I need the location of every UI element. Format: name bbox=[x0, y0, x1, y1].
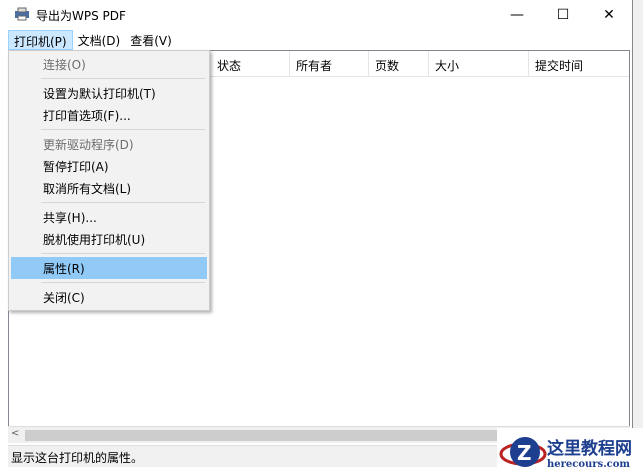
menu-printer[interactable]: 打印机(P) bbox=[8, 30, 73, 50]
menu-item-properties[interactable]: 属性(R) bbox=[11, 257, 207, 279]
menu-item-close[interactable]: 关闭(C) bbox=[11, 286, 207, 308]
menu-separator bbox=[41, 282, 205, 283]
menu-item-offline[interactable]: 脱机使用打印机(U) bbox=[11, 228, 207, 250]
column-pages[interactable]: 页数 bbox=[369, 51, 429, 76]
menu-item-share[interactable]: 共享(H)... bbox=[11, 206, 207, 228]
close-button[interactable]: ✕ bbox=[586, 0, 632, 30]
column-submitted[interactable]: 提交时间 bbox=[529, 51, 629, 76]
minimize-button[interactable]: — bbox=[494, 0, 540, 30]
watermark-name: 这里教程网 bbox=[547, 438, 632, 459]
printer-icon bbox=[14, 7, 30, 24]
maximize-button[interactable]: ☐ bbox=[540, 0, 586, 30]
menu-separator bbox=[41, 253, 205, 254]
window-title: 导出为WPS PDF bbox=[36, 8, 126, 23]
watermark-logo-icon: Z bbox=[499, 436, 547, 467]
watermark: Z 这里教程网 herecours.com bbox=[497, 428, 643, 475]
column-owner[interactable]: 所有者 bbox=[290, 51, 369, 76]
menu-document[interactable]: 文档(D) bbox=[73, 30, 126, 50]
menu-item-pause[interactable]: 暂停打印(A) bbox=[11, 155, 207, 177]
menu-separator bbox=[41, 129, 205, 130]
watermark-url: herecours.com bbox=[547, 458, 631, 470]
menu-item-preferences[interactable]: 打印首选项(F)... bbox=[11, 104, 207, 126]
column-size[interactable]: 大小 bbox=[429, 51, 529, 76]
printer-menu: 连接(O) 设置为默认打印机(T) 打印首选项(F)... 更新驱动程序(D) … bbox=[8, 50, 210, 311]
menu-item-set-default[interactable]: 设置为默认打印机(T) bbox=[11, 82, 207, 104]
scrollbar-thumb[interactable] bbox=[25, 430, 510, 441]
scroll-left-icon[interactable]: < bbox=[11, 428, 19, 439]
svg-text:Z: Z bbox=[517, 441, 532, 465]
column-status[interactable]: 状态 bbox=[211, 51, 290, 76]
menu-bar: 打印机(P) 文档(D) 查看(V) bbox=[0, 30, 177, 50]
menu-separator bbox=[41, 202, 205, 203]
menu-item-cancel-all[interactable]: 取消所有文档(L) bbox=[11, 177, 207, 199]
menu-separator bbox=[41, 78, 205, 79]
menu-item-connect: 连接(O) bbox=[43, 58, 86, 72]
menu-view[interactable]: 查看(V) bbox=[125, 30, 177, 50]
menu-item-update-driver: 更新驱动程序(D) bbox=[43, 138, 134, 152]
